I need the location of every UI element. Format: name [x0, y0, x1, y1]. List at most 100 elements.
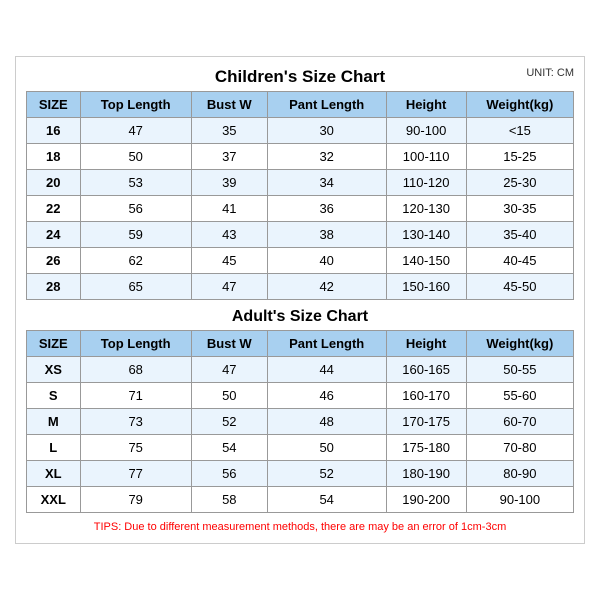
table-cell: 79	[80, 487, 191, 513]
adults-col-pant-length: Pant Length	[267, 331, 386, 357]
table-cell: 100-110	[386, 144, 466, 170]
children-title-text: Children's Size Chart	[215, 67, 385, 86]
table-cell: 50-55	[466, 357, 573, 383]
table-cell: 38	[267, 222, 386, 248]
table-row: 26624540140-15040-45	[27, 248, 574, 274]
children-col-bust-w: Bust W	[191, 92, 267, 118]
table-cell: 65	[80, 274, 191, 300]
table-cell: 16	[27, 118, 81, 144]
table-cell: S	[27, 383, 81, 409]
table-cell: 34	[267, 170, 386, 196]
size-chart-container: Children's Size Chart UNIT: CM SIZE Top …	[15, 56, 585, 544]
table-cell: 54	[267, 487, 386, 513]
table-row: S715046160-17055-60	[27, 383, 574, 409]
table-cell: 68	[80, 357, 191, 383]
table-cell: 20	[27, 170, 81, 196]
table-cell: 175-180	[386, 435, 466, 461]
table-cell: 50	[80, 144, 191, 170]
table-row: XL775652180-19080-90	[27, 461, 574, 487]
table-cell: 54	[191, 435, 267, 461]
children-table-body: 1647353090-100<1518503732100-11015-25205…	[27, 118, 574, 300]
table-cell: 56	[80, 196, 191, 222]
table-cell: 42	[267, 274, 386, 300]
table-cell: 44	[267, 357, 386, 383]
adults-col-top-length: Top Length	[80, 331, 191, 357]
children-col-top-length: Top Length	[80, 92, 191, 118]
table-cell: XXL	[27, 487, 81, 513]
table-cell: 15-25	[466, 144, 573, 170]
table-cell: 18	[27, 144, 81, 170]
table-cell: M	[27, 409, 81, 435]
table-cell: 120-130	[386, 196, 466, 222]
table-cell: <15	[466, 118, 573, 144]
children-size-table: SIZE Top Length Bust W Pant Length Heigh…	[26, 91, 574, 300]
table-row: 28654742150-16045-50	[27, 274, 574, 300]
table-cell: 45	[191, 248, 267, 274]
table-cell: 90-100	[386, 118, 466, 144]
table-cell: 160-170	[386, 383, 466, 409]
table-cell: 50	[267, 435, 386, 461]
table-cell: 60-70	[466, 409, 573, 435]
table-cell: 45-50	[466, 274, 573, 300]
table-cell: 55-60	[466, 383, 573, 409]
table-cell: 48	[267, 409, 386, 435]
children-table-header: SIZE Top Length Bust W Pant Length Heigh…	[27, 92, 574, 118]
table-cell: 47	[80, 118, 191, 144]
table-cell: 160-165	[386, 357, 466, 383]
table-cell: XL	[27, 461, 81, 487]
table-cell: 110-120	[386, 170, 466, 196]
table-cell: 39	[191, 170, 267, 196]
table-cell: 50	[191, 383, 267, 409]
table-row: 1647353090-100<15	[27, 118, 574, 144]
table-cell: 130-140	[386, 222, 466, 248]
table-cell: 77	[80, 461, 191, 487]
adults-size-table: SIZE Top Length Bust W Pant Length Heigh…	[26, 330, 574, 513]
table-row: XS684744160-16550-55	[27, 357, 574, 383]
table-cell: 41	[191, 196, 267, 222]
table-cell: 47	[191, 357, 267, 383]
table-row: 24594338130-14035-40	[27, 222, 574, 248]
table-cell: 56	[191, 461, 267, 487]
table-row: XXL795854190-20090-100	[27, 487, 574, 513]
table-cell: 80-90	[466, 461, 573, 487]
table-cell: 180-190	[386, 461, 466, 487]
table-cell: 25-30	[466, 170, 573, 196]
table-cell: 40-45	[466, 248, 573, 274]
table-cell: 40	[267, 248, 386, 274]
table-cell: 140-150	[386, 248, 466, 274]
tips-text: TIPS: Due to different measurement metho…	[26, 521, 574, 533]
table-cell: 47	[191, 274, 267, 300]
adults-col-height: Height	[386, 331, 466, 357]
children-col-weight: Weight(kg)	[466, 92, 573, 118]
table-cell: 36	[267, 196, 386, 222]
table-row: L755450175-18070-80	[27, 435, 574, 461]
table-cell: 75	[80, 435, 191, 461]
adults-title-text: Adult's Size Chart	[232, 308, 368, 325]
table-cell: 52	[191, 409, 267, 435]
table-cell: 32	[267, 144, 386, 170]
adults-chart-title: Adult's Size Chart	[26, 308, 574, 326]
table-cell: 62	[80, 248, 191, 274]
adults-table-body: XS684744160-16550-55S715046160-17055-60M…	[27, 357, 574, 513]
table-row: M735248170-17560-70	[27, 409, 574, 435]
table-row: 18503732100-11015-25	[27, 144, 574, 170]
table-cell: XS	[27, 357, 81, 383]
children-col-height: Height	[386, 92, 466, 118]
table-cell: 43	[191, 222, 267, 248]
adults-header-row: SIZE Top Length Bust W Pant Length Heigh…	[27, 331, 574, 357]
table-cell: 70-80	[466, 435, 573, 461]
table-cell: 30-35	[466, 196, 573, 222]
children-chart-title: Children's Size Chart UNIT: CM	[26, 67, 574, 87]
table-cell: 73	[80, 409, 191, 435]
table-cell: 71	[80, 383, 191, 409]
table-cell: 190-200	[386, 487, 466, 513]
table-cell: 30	[267, 118, 386, 144]
table-cell: 26	[27, 248, 81, 274]
table-cell: 58	[191, 487, 267, 513]
table-cell: 90-100	[466, 487, 573, 513]
table-cell: 24	[27, 222, 81, 248]
table-cell: 170-175	[386, 409, 466, 435]
table-cell: 150-160	[386, 274, 466, 300]
table-cell: 35-40	[466, 222, 573, 248]
table-cell: 37	[191, 144, 267, 170]
